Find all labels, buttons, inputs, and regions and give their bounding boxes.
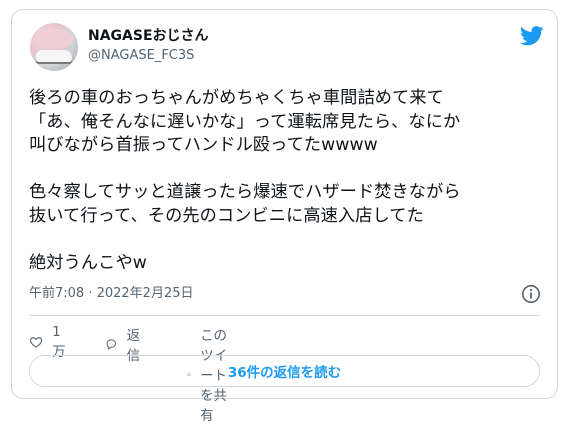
- tweet-line: 色々察してサッと道譲ったら爆速でハザード焚きながら: [29, 182, 461, 202]
- heart-icon: [29, 337, 43, 348]
- tweet-line: 「あ、俺そんなに遅いかな」って運転席見たら、なにか: [29, 111, 461, 132]
- tweet-line: 後ろの車のおっちゃんがめちゃくちゃ車間詰めて来て: [29, 88, 444, 108]
- reply-bubble-icon: [106, 339, 116, 350]
- user-handle[interactable]: @NAGASE_FC3S: [88, 48, 194, 64]
- tweet-line: 抜いて行って、その先のコンビニに高速入店してた: [29, 205, 424, 226]
- divider: [29, 315, 540, 316]
- display-name[interactable]: NAGASEおじさん: [88, 27, 209, 45]
- tweet-card: NAGASEおじさん @NAGASE_FC3S 後ろの車のおっちゃんがめちゃくち…: [11, 9, 558, 424]
- avatar[interactable]: [30, 23, 78, 71]
- read-replies-button[interactable]: 36件の返信を読む: [29, 355, 540, 387]
- tweet-text: 後ろの車のおっちゃんがめちゃくちゃ車間詰めて来て 「あ、俺そんなに遅いかな」って…: [29, 87, 549, 275]
- tweet-line: 絶対うんこやw: [29, 252, 147, 273]
- twitter-bird-icon[interactable]: [520, 26, 544, 46]
- tweet-line: 叫びながら首振ってハンドル殴ってたwwww: [29, 135, 378, 155]
- tweet-timestamp[interactable]: 午前7:08 · 2022年2月25日: [29, 285, 194, 303]
- info-icon[interactable]: [521, 284, 541, 304]
